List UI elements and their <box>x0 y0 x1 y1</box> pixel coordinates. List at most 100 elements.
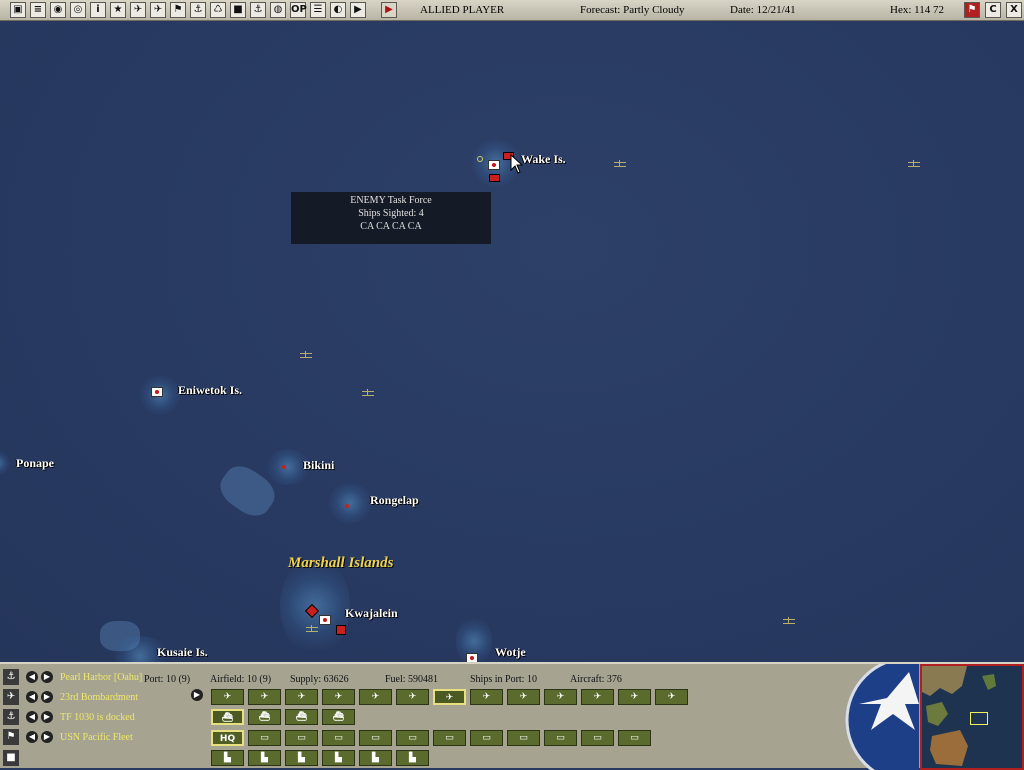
ship-type-button-4[interactable]: ⛴ <box>322 709 355 725</box>
command-button-8[interactable]: ▭ <box>507 730 540 746</box>
aircraft-type-button-7[interactable]: ✈ <box>433 689 466 705</box>
mouse-cursor-icon <box>510 154 524 174</box>
aircraft-type-button-9[interactable]: ✈ <box>507 689 540 705</box>
prev-air-unit-button[interactable]: ◀ <box>26 691 38 703</box>
command-button-11[interactable]: ▭ <box>618 730 651 746</box>
allies-icon[interactable]: ■ <box>230 2 246 18</box>
next-hq-button[interactable]: ▶ <box>41 731 53 743</box>
minimap[interactable] <box>920 664 1024 770</box>
misc-unit-button-5[interactable]: ▙ <box>359 750 392 766</box>
flag-icon[interactable]: ⚑ <box>3 729 19 745</box>
misc-unit-button-4[interactable]: ▙ <box>322 750 355 766</box>
save-icon[interactable]: ◉ <box>50 2 66 18</box>
aircraft-type-button-3[interactable]: ✈ <box>285 689 318 705</box>
objectives-icon[interactable]: ★ <box>110 2 126 18</box>
new-game-icon[interactable]: ▣ <box>10 2 26 18</box>
task-force-icon[interactable] <box>306 625 318 632</box>
misc-unit-button-6[interactable]: ▙ <box>396 750 429 766</box>
allied-star-emblem <box>845 664 919 770</box>
ship-type-button-2[interactable]: ⛴ <box>248 709 281 725</box>
map-view[interactable]: Wake Is. Eniwetok Is. Ponape Bikini Rong… <box>0 21 1024 662</box>
factory-icon[interactable]: ■ <box>3 750 19 766</box>
aircraft-type-button-8[interactable]: ✈ <box>470 689 503 705</box>
close-button[interactable]: X <box>1006 2 1022 18</box>
command-button-7[interactable]: ▭ <box>470 730 503 746</box>
air-icon[interactable]: ✈ <box>3 689 19 705</box>
command-button-6[interactable]: ▭ <box>433 730 466 746</box>
aircraft-type-button-13[interactable]: ✈ <box>655 689 688 705</box>
japanese-base-flag-icon[interactable] <box>319 615 331 625</box>
aircraft-type-button-1[interactable]: ✈ <box>211 689 244 705</box>
production-icon[interactable]: ♺ <box>210 2 226 18</box>
enemy-task-force-tooltip: ENEMY Task Force Ships Sighted: 4 CA CA … <box>291 192 491 244</box>
port-stat: Port: 10 (9) <box>144 674 191 685</box>
aircraft-type-button-12[interactable]: ✈ <box>618 689 651 705</box>
info-icon[interactable]: i <box>90 2 106 18</box>
combat-report-icon[interactable]: ▶ <box>350 2 366 18</box>
command-button-10[interactable]: ▭ <box>581 730 614 746</box>
ship-type-button-3[interactable]: ⛴ <box>285 709 318 725</box>
ships-in-port-stat: Ships in Port: 10 <box>470 674 537 685</box>
command-button-2[interactable]: ▭ <box>285 730 318 746</box>
command-button-1[interactable]: ▭ <box>248 730 281 746</box>
ground-unit-icon[interactable] <box>489 174 500 182</box>
flag-icon[interactable]: ⚑ <box>170 2 186 18</box>
ground-icon[interactable]: ⚓ <box>190 2 206 18</box>
aircraft-type-button-4[interactable]: ✈ <box>322 689 355 705</box>
misc-unit-button-1[interactable]: ▙ <box>211 750 244 766</box>
end-turn-icon[interactable]: ▶ <box>381 2 397 18</box>
tooltip-ships-sighted: Ships Sighted: 4 <box>358 208 424 219</box>
air-unit-label[interactable]: 23rd Bombardment <box>60 692 138 703</box>
task-force-icon[interactable] <box>300 351 312 358</box>
minimap-viewport-icon[interactable] <box>970 712 988 725</box>
options-icon[interactable]: OP <box>290 2 307 18</box>
misc-unit-button-2[interactable]: ▙ <box>248 750 281 766</box>
op-report-icon[interactable]: ☰ <box>310 2 326 18</box>
prev-hq-button[interactable]: ◀ <box>26 731 38 743</box>
next-base-button[interactable]: ▶ <box>41 671 53 683</box>
aircraft-type-button-5[interactable]: ✈ <box>359 689 392 705</box>
base-name-label[interactable]: Pearl Harbor [Oahu] <box>60 672 142 683</box>
ground-unit-icon[interactable] <box>336 625 346 635</box>
dot-marker-icon <box>345 504 349 508</box>
ships-icon[interactable]: ⚓ <box>250 2 266 18</box>
document-icon[interactable]: ≡ <box>30 2 46 18</box>
japanese-base-flag-icon[interactable] <box>151 387 163 397</box>
command-button-5[interactable]: ▭ <box>396 730 429 746</box>
aircraft-type-button-10[interactable]: ✈ <box>544 689 577 705</box>
prev-base-button[interactable]: ◀ <box>26 671 38 683</box>
task-force-label[interactable]: TF 1030 is docked <box>60 712 135 723</box>
command-button-3[interactable]: ▭ <box>322 730 355 746</box>
aircraft-type-button-6[interactable]: ✈ <box>396 689 429 705</box>
prev-tf-button[interactable]: ◀ <box>26 711 38 723</box>
tooltip-ship-types: CA CA CA CA <box>360 221 422 232</box>
flag-menu-icon[interactable]: ⚑ <box>964 2 980 18</box>
hq-button[interactable]: HQ <box>211 730 244 746</box>
place-label: Wake Is. <box>521 152 566 166</box>
japanese-base-flag-icon[interactable] <box>488 160 500 170</box>
task-force-icon[interactable] <box>362 389 374 396</box>
c-button[interactable]: C <box>985 2 1001 18</box>
task-force-icon[interactable] <box>783 617 795 624</box>
region-label: Marshall Islands <box>288 555 394 571</box>
aircraft-type-button-11[interactable]: ✈ <box>581 689 614 705</box>
command-button-4[interactable]: ▭ <box>359 730 392 746</box>
next-air-unit-button[interactable]: ▶ <box>41 691 53 703</box>
globe-icon[interactable]: ◍ <box>270 2 286 18</box>
task-force-icon[interactable] <box>908 160 920 167</box>
japanese-base-flag-icon[interactable] <box>466 653 478 662</box>
next-tf-button[interactable]: ▶ <box>41 711 53 723</box>
ship-type-button-1[interactable]: ⛴ <box>211 709 244 725</box>
command-button-9[interactable]: ▭ <box>544 730 577 746</box>
anchor-icon[interactable]: ⚓ <box>3 669 19 685</box>
aircraft-type-button-2[interactable]: ✈ <box>248 689 281 705</box>
misc-unit-button-3[interactable]: ▙ <box>285 750 318 766</box>
expand-air-button[interactable]: ▶ <box>191 689 203 701</box>
air-units-icon[interactable]: ✈ <box>130 2 146 18</box>
hq-label[interactable]: USN Pacific Fleet <box>60 732 133 743</box>
aircraft-icon[interactable]: ✈ <box>150 2 166 18</box>
ship-icon[interactable]: ⚓ <box>3 709 19 725</box>
load-icon[interactable]: ◎ <box>70 2 86 18</box>
list-icon[interactable]: ◐ <box>330 2 346 18</box>
task-force-icon[interactable] <box>614 160 626 167</box>
